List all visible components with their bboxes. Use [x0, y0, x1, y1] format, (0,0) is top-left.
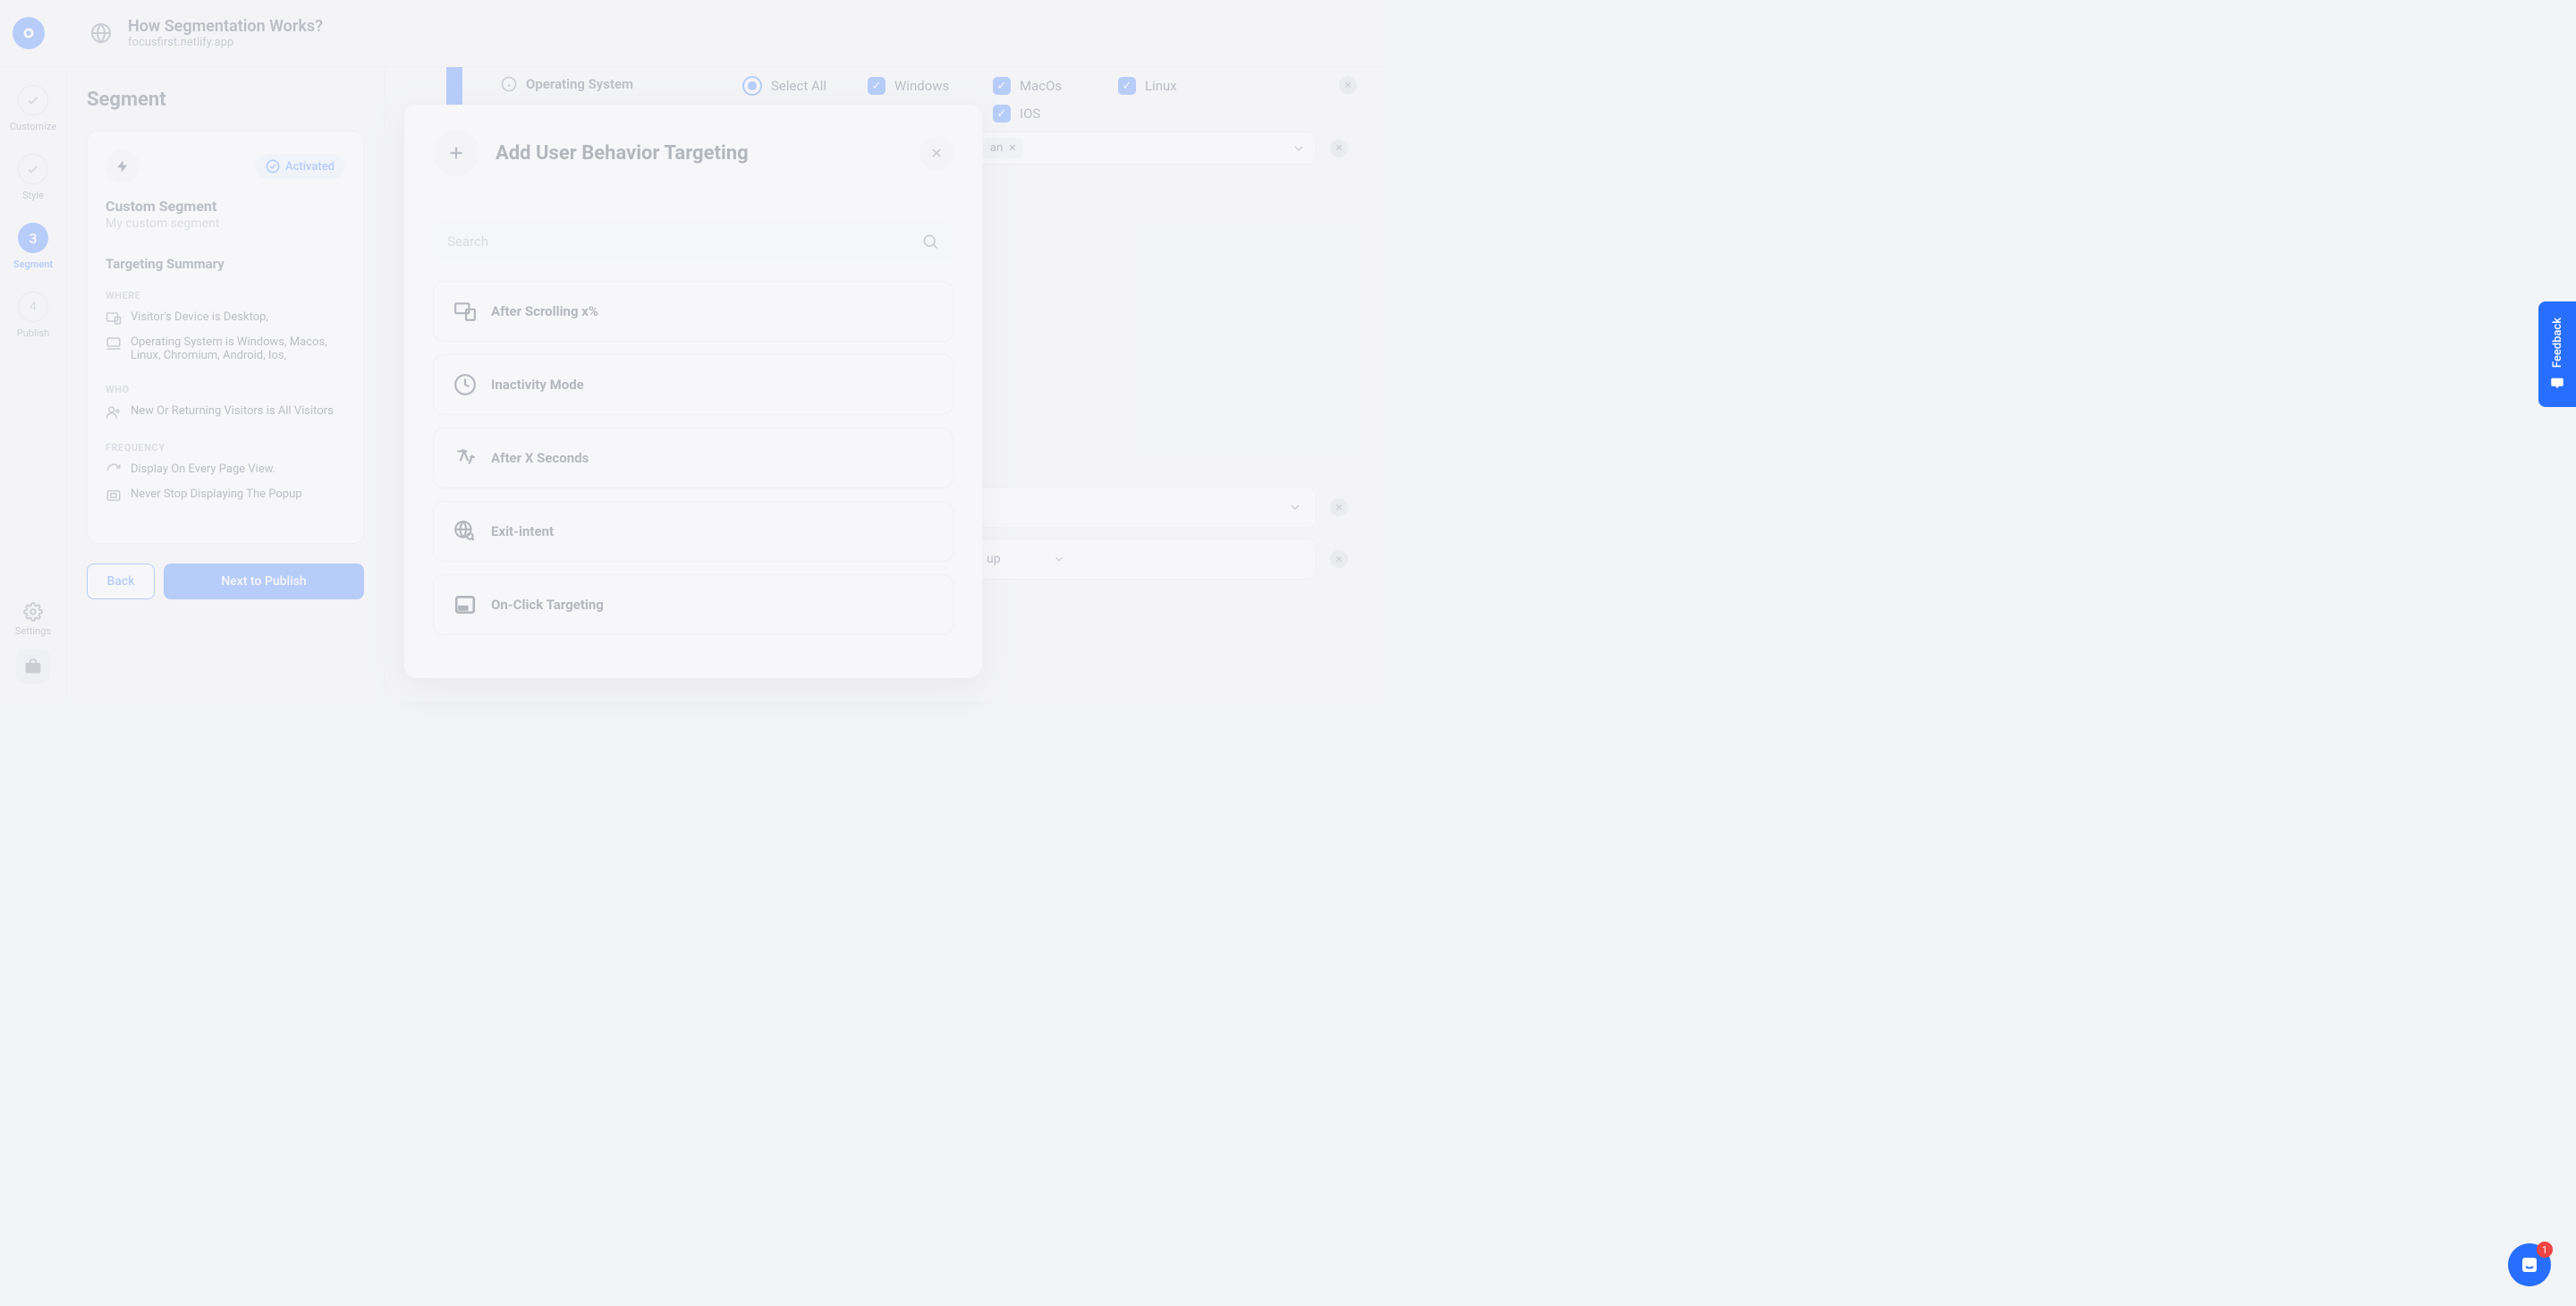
intercom-icon: [2519, 1254, 2540, 1276]
chat-badge: 1: [2537, 1242, 2553, 1258]
feedback-tab[interactable]: Feedback: [2538, 301, 2576, 407]
chat-icon: [2549, 375, 2565, 391]
modal-overlay[interactable]: [0, 0, 1384, 701]
feedback-label: Feedback: [2551, 318, 2564, 368]
chat-bubble[interactable]: 1: [2508, 1243, 2551, 1286]
